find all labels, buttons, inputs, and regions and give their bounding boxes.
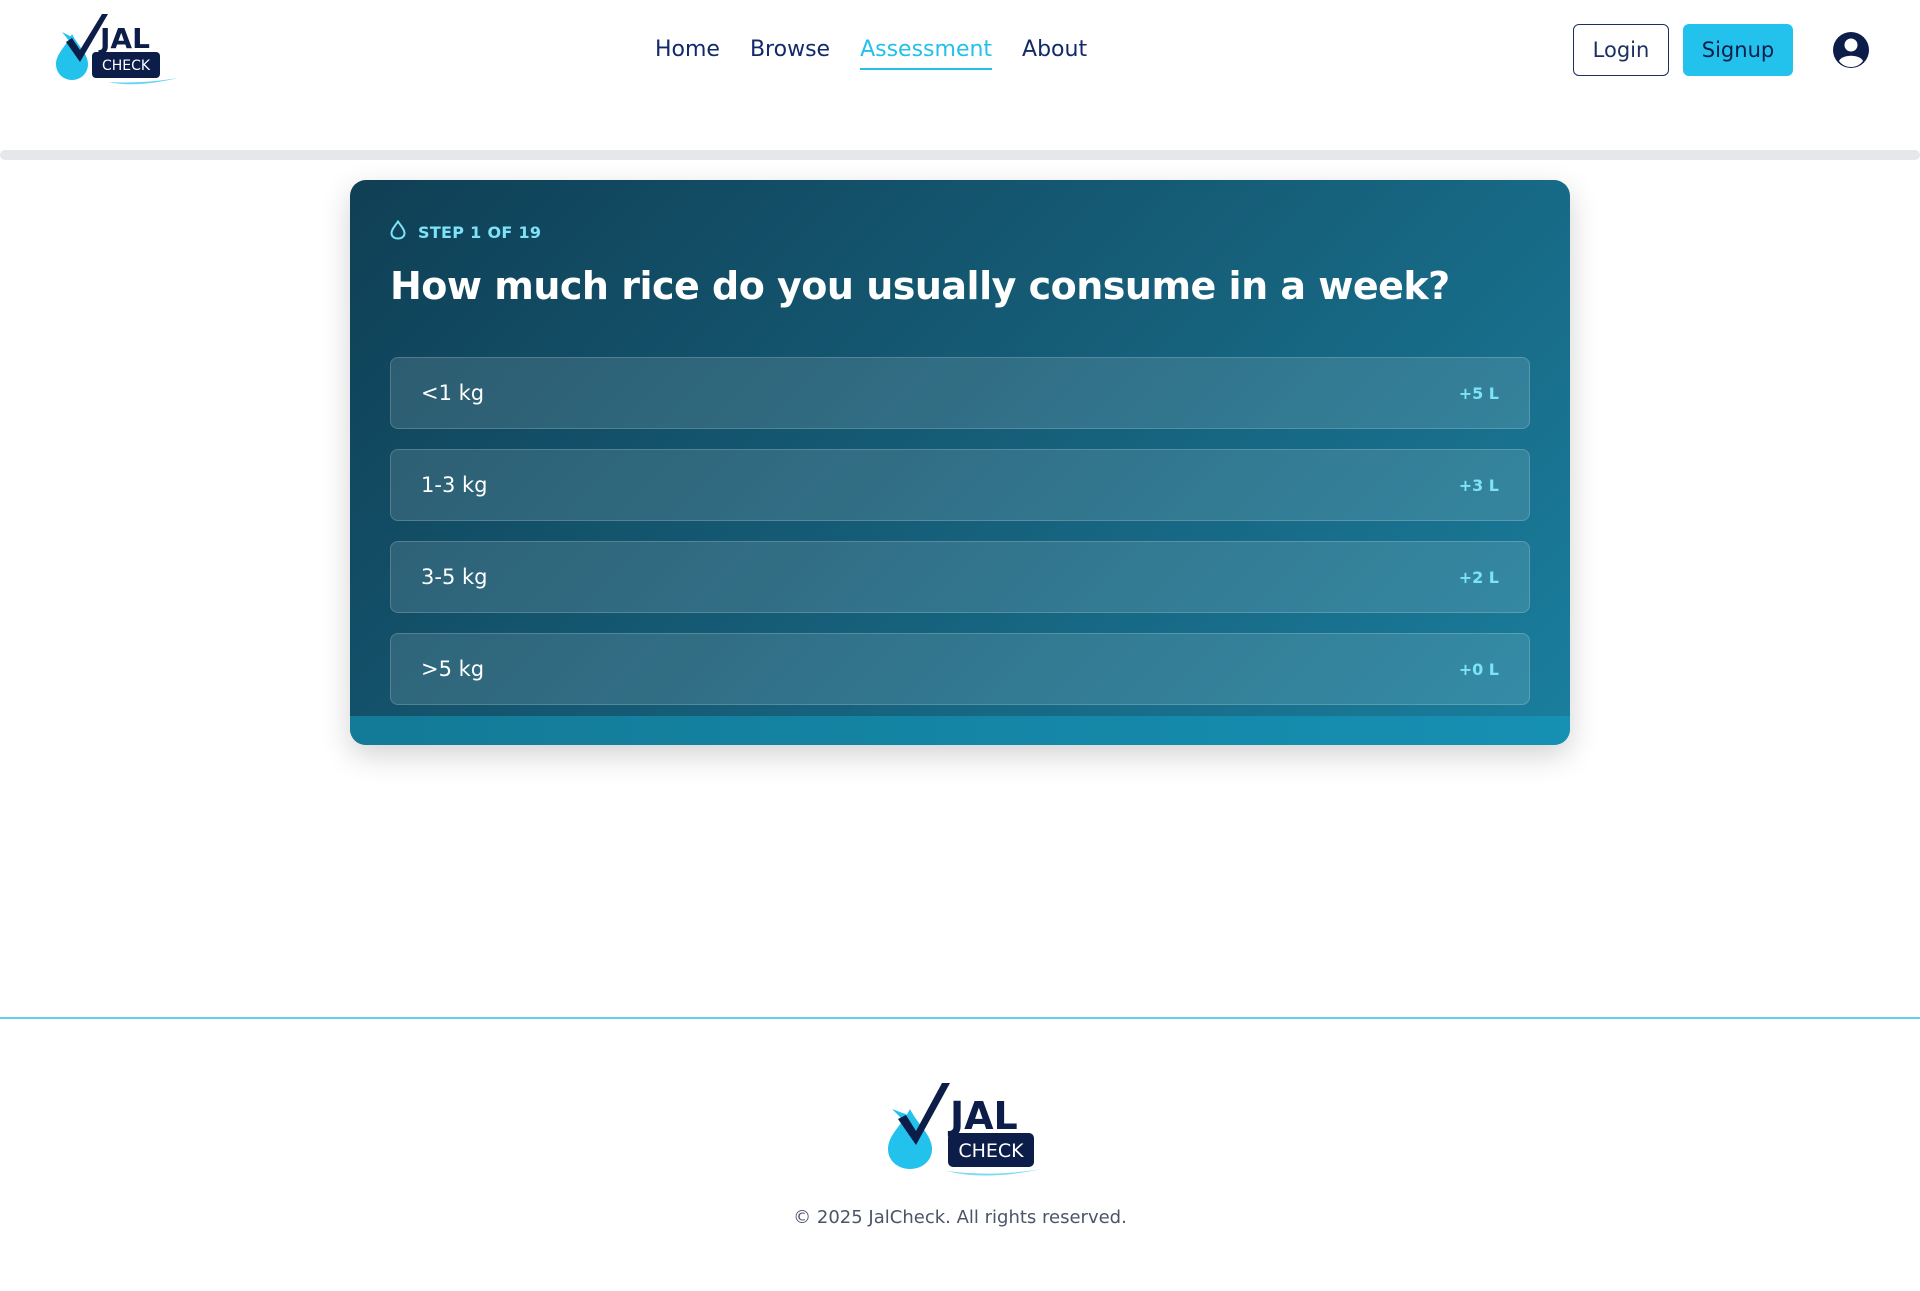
footer-logo-text-top: JAL — [947, 1094, 1018, 1138]
nav-browse[interactable]: Browse — [750, 34, 830, 68]
signup-button[interactable]: Signup — [1683, 24, 1793, 76]
step-label: STEP 1 OF 19 — [418, 222, 542, 242]
question-card: STEP 1 OF 19 How much rice do you usuall… — [350, 180, 1570, 745]
main-nav: Home Browse Assessment About — [655, 34, 1087, 70]
water-drop-icon — [390, 219, 406, 244]
option-label: 1-3 kg — [421, 473, 488, 497]
answer-options: <1 kg +5 L 1-3 kg +3 L 3-5 kg +2 L >5 kg… — [390, 357, 1530, 725]
answer-option[interactable]: 1-3 kg +3 L — [390, 449, 1530, 521]
answer-option[interactable]: <1 kg +5 L — [390, 357, 1530, 429]
option-water-value: +2 L — [1458, 567, 1499, 587]
header: JAL CHECK Home Browse Assessment About L… — [0, 0, 1920, 100]
copyright-text: © 2025 JalCheck. All rights reserved. — [793, 1207, 1127, 1228]
question-title: How much rice do you usually consume in … — [390, 264, 1450, 308]
answer-option[interactable]: 3-5 kg +2 L — [390, 541, 1530, 613]
logo-text-bottom: CHECK — [102, 58, 151, 74]
footer-jalcheck-logo: JAL CHECK — [876, 1081, 1046, 1181]
jalcheck-logo[interactable]: JAL CHECK — [52, 12, 182, 88]
option-label: <1 kg — [421, 381, 485, 405]
nav-assessment[interactable]: Assessment — [860, 34, 993, 70]
user-circle-icon[interactable] — [1832, 31, 1870, 69]
card-footer-strip — [350, 716, 1570, 745]
option-water-value: +0 L — [1458, 659, 1499, 679]
step-indicator: STEP 1 OF 19 — [390, 219, 542, 244]
option-label: 3-5 kg — [421, 565, 488, 589]
nav-about[interactable]: About — [1022, 34, 1087, 68]
option-water-value: +5 L — [1458, 383, 1499, 403]
footer-logo-text-bottom: CHECK — [958, 1140, 1024, 1162]
footer: JAL CHECK © 2025 JalCheck. All rights re… — [0, 1017, 1920, 1291]
nav-home[interactable]: Home — [655, 34, 720, 68]
answer-option[interactable]: >5 kg +0 L — [390, 633, 1530, 705]
login-button[interactable]: Login — [1573, 24, 1669, 76]
logo-text-top: JAL — [98, 22, 150, 55]
progress-bar — [0, 150, 1920, 160]
option-water-value: +3 L — [1458, 475, 1499, 495]
option-label: >5 kg — [421, 657, 485, 681]
